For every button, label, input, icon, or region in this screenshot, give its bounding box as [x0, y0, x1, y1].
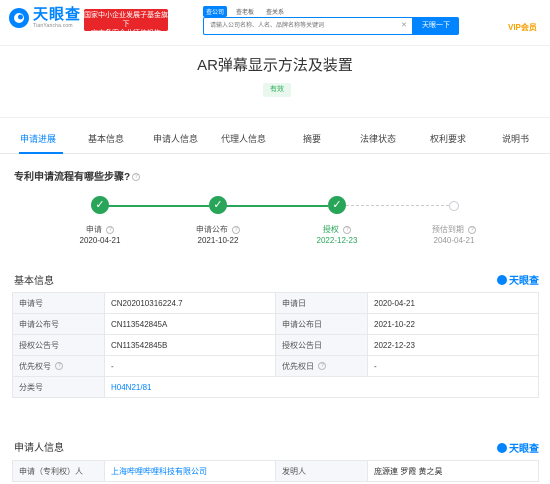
- value-priority-date: -: [367, 355, 539, 377]
- logo-text: 天眼查: [33, 6, 82, 23]
- tab-claims[interactable]: 权利要求: [430, 132, 466, 145]
- tab-agent-info[interactable]: 代理人信息: [221, 132, 266, 145]
- basic-info-title: 基本信息: [14, 276, 54, 287]
- tab-application-progress[interactable]: 申请进展: [20, 132, 56, 145]
- brand-watermark: 天眼查: [497, 272, 539, 287]
- label-grant-date: 授权公告日: [275, 334, 368, 356]
- value-publication-date: 2021-10-22: [367, 313, 539, 335]
- value-application-date: 2020-04-21: [367, 292, 539, 314]
- vip-link[interactable]: VIP会员: [508, 22, 537, 33]
- step-check-icon: ✓: [209, 196, 227, 214]
- search-tab-boss[interactable]: 查老板: [233, 6, 257, 17]
- label-priority-date: 优先权日 ?: [275, 355, 368, 377]
- label-grant-number: 授权公告号: [12, 334, 105, 356]
- status-badge: 有效: [263, 83, 291, 97]
- basic-info-table: 申请号 CN202010316224.7 申请日 2020-04-21 申请公布…: [12, 292, 539, 398]
- search-tab-relation[interactable]: 查关系: [263, 6, 287, 17]
- step-pending-dot: [449, 201, 459, 211]
- value-priority-number: -: [104, 355, 276, 377]
- tianyancha-logo-icon: [497, 442, 507, 453]
- help-icon[interactable]: ?: [468, 225, 477, 234]
- step-date-apply: 2020-04-21: [79, 236, 121, 245]
- promo-line-1: 国家中小企业发展子基金旗下: [84, 12, 168, 28]
- value-classification: H04N21/81: [104, 376, 539, 398]
- search-tab-company[interactable]: 查公司: [203, 6, 228, 17]
- label-classification: 分类号: [12, 376, 105, 398]
- search-type-tabs: 查公司 查老板 查关系: [203, 6, 287, 17]
- promo-banner[interactable]: 国家中小企业发展子基金旗下 官方备案企业征信机构: [84, 9, 168, 37]
- step-check-icon: ✓: [91, 196, 109, 214]
- step-label-publish: 申请公布 ?: [178, 224, 258, 235]
- tab-basic-info[interactable]: 基本信息: [88, 132, 124, 145]
- classification-link[interactable]: H04N21/81: [111, 383, 151, 392]
- flow-connector: [108, 205, 209, 207]
- site-logo[interactable]: 天眼查 TianYancha.com: [8, 7, 81, 29]
- table-row: 授权公告号 CN113542845B 授权公告日 2022-12-23: [12, 334, 539, 356]
- label-application-number: 申请号: [12, 292, 105, 314]
- label-application-date: 申请日: [275, 292, 368, 314]
- step-label-apply: 申请 ?: [60, 224, 140, 235]
- help-icon[interactable]: ?: [55, 362, 64, 371]
- table-row: 申请号 CN202010316224.7 申请日 2020-04-21: [12, 292, 539, 314]
- search-button[interactable]: 天眼一下: [413, 17, 459, 35]
- step-date-publish: 2021-10-22: [197, 236, 239, 245]
- flow-heading: 专利申请流程有哪些步骤??: [14, 168, 141, 183]
- label-publication-number: 申请公布号: [12, 313, 105, 335]
- value-grant-number: CN113542845B: [104, 334, 276, 356]
- tab-description[interactable]: 说明书: [502, 132, 529, 145]
- step-date-expire: 2040-04-21: [433, 236, 475, 245]
- label-inventor: 发明人: [275, 460, 368, 482]
- logo-subtext: TianYancha.com: [33, 23, 73, 29]
- promo-line-2: 官方备案企业征信机构: [91, 30, 161, 37]
- step-label-grant: 授权 ?: [297, 224, 377, 235]
- tianyancha-logo-icon: [9, 8, 29, 28]
- help-icon[interactable]: ?: [132, 173, 141, 182]
- value-application-number: CN202010316224.7: [104, 292, 276, 314]
- applicant-info-table: 申请（专利权）人 上海哔哩哔哩科技有限公司 发明人 庞源連 罗霞 黄之昊: [12, 460, 539, 482]
- flow-connector: [226, 205, 328, 207]
- table-row: 分类号 H04N21/81: [12, 376, 539, 398]
- tab-legal-status[interactable]: 法律状态: [360, 132, 396, 145]
- search-input[interactable]: [203, 17, 413, 35]
- table-row: 申请（专利权）人 上海哔哩哔哩科技有限公司 发明人 庞源連 罗霞 黄之昊: [12, 460, 539, 482]
- tianyancha-logo-icon: [497, 274, 507, 285]
- flow-connector-pending: [346, 205, 449, 206]
- step-label-expire: 预估到期 ?: [414, 224, 494, 235]
- label-publication-date: 申请公布日: [275, 313, 368, 335]
- value-grant-date: 2022-12-23: [367, 334, 539, 356]
- tab-applicant-info[interactable]: 申请人信息: [153, 132, 198, 145]
- applicant-company-link[interactable]: 上海哔哩哔哩科技有限公司: [111, 467, 207, 476]
- label-applicant: 申请（专利权）人: [12, 460, 105, 482]
- value-publication-number: CN113542845A: [104, 313, 276, 335]
- tab-abstract[interactable]: 摘要: [303, 132, 321, 145]
- value-applicant: 上海哔哩哔哩科技有限公司: [104, 460, 276, 482]
- section-tabs: 申请进展 基本信息 申请人信息 代理人信息 摘要 法律状态 权利要求 说明书: [0, 126, 550, 154]
- top-header: 天眼查 TianYancha.com 国家中小企业发展子基金旗下 官方备案企业征…: [0, 0, 550, 46]
- label-priority-number: 优先权号 ?: [12, 355, 105, 377]
- step-check-icon: ✓: [328, 196, 346, 214]
- help-icon[interactable]: ?: [106, 225, 115, 234]
- table-row: 申请公布号 CN113542845A 申请公布日 2021-10-22: [12, 313, 539, 335]
- help-icon[interactable]: ?: [343, 225, 352, 234]
- help-icon[interactable]: ?: [318, 362, 327, 371]
- step-date-grant: 2022-12-23: [316, 236, 358, 245]
- help-icon[interactable]: ?: [232, 225, 241, 234]
- page-title: AR弹幕显示方法及装置: [197, 57, 353, 74]
- patent-title-area: AR弹幕显示方法及装置 有效: [0, 46, 550, 118]
- applicant-info-title: 申请人信息: [14, 443, 64, 454]
- brand-watermark: 天眼查: [497, 440, 539, 455]
- value-inventor: 庞源連 罗霞 黄之昊: [367, 460, 539, 482]
- active-tab-indicator: [19, 152, 63, 154]
- clear-icon[interactable]: ✕: [401, 21, 407, 29]
- table-row: 优先权号 ? - 优先权日 ? -: [12, 355, 539, 377]
